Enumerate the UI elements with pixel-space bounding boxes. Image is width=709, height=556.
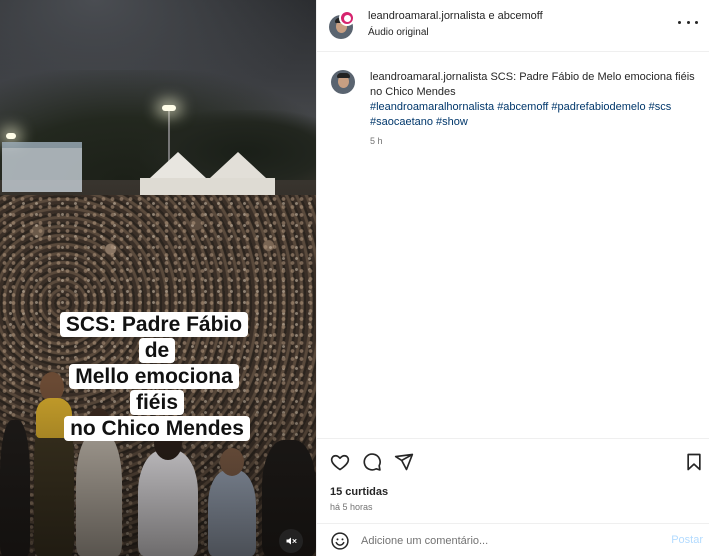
stage-structure (2, 142, 82, 192)
emoji-button[interactable] (329, 530, 351, 552)
more-dot (686, 20, 690, 24)
post-comment-button[interactable]: Postar (671, 534, 703, 546)
comment-input[interactable] (361, 531, 661, 551)
bookmark-icon (687, 453, 701, 471)
save-button[interactable] (683, 451, 705, 473)
emoji-icon (331, 532, 349, 550)
avatar-secondary[interactable] (339, 10, 355, 26)
action-bar: 15 curtidas há 5 horas Postar (317, 438, 709, 556)
share-icon (394, 453, 414, 471)
mute-button[interactable] (279, 529, 303, 553)
comment-bar: Postar (317, 523, 709, 556)
like-button[interactable] (329, 451, 351, 473)
more-options-button[interactable] (678, 14, 698, 30)
avatar-hair (337, 73, 350, 78)
stadium-lamp (6, 133, 16, 139)
comment-button[interactable] (361, 451, 383, 473)
post-authors[interactable]: leandroamaral.jornalista e abcemoff (368, 10, 543, 22)
avatar-logo (344, 15, 351, 22)
caption-timestamp[interactable]: 5 h (370, 136, 383, 146)
share-button[interactable] (393, 451, 415, 473)
comment-icon (363, 453, 381, 471)
stadium-lamp (162, 105, 176, 111)
post-caption: leandroamaral.jornalista SCS: Padre Fábi… (370, 70, 700, 130)
speaker-muted-icon (286, 537, 297, 545)
caption-line: Mello emociona fiéis (69, 364, 239, 415)
hashtags[interactable]: #leandroamaralhornalista #abcemoff #padr… (370, 101, 671, 113)
more-horizontal-icon (678, 20, 681, 24)
video-player[interactable]: SCS: Padre Fábio de Mello emociona fiéis… (0, 0, 316, 556)
video-caption-overlay: SCS: Padre Fábio de Mello emociona fiéis… (50, 312, 264, 442)
post-info-panel: leandroamaral.jornalista e abcemoff Áudi… (316, 0, 709, 556)
caption-username[interactable]: leandroamaral.jornalista (370, 71, 487, 83)
caption-line: no Chico Mendes (64, 416, 250, 441)
audio-link[interactable]: Áudio original (368, 27, 429, 38)
tent-body (205, 178, 275, 196)
caption-avatar[interactable] (331, 70, 355, 94)
hashtags[interactable]: #saocaetano #show (370, 116, 468, 128)
post-header: leandroamaral.jornalista e abcemoff Áudi… (317, 0, 709, 52)
tent-roof (150, 152, 206, 178)
tent-roof (210, 152, 266, 178)
likes-count[interactable]: 15 curtidas (330, 486, 388, 498)
post-time-ago: há 5 horas (330, 502, 373, 512)
caption-line: SCS: Padre Fábio de (59, 312, 249, 363)
more-dot (695, 20, 698, 24)
heart-icon (330, 454, 350, 471)
